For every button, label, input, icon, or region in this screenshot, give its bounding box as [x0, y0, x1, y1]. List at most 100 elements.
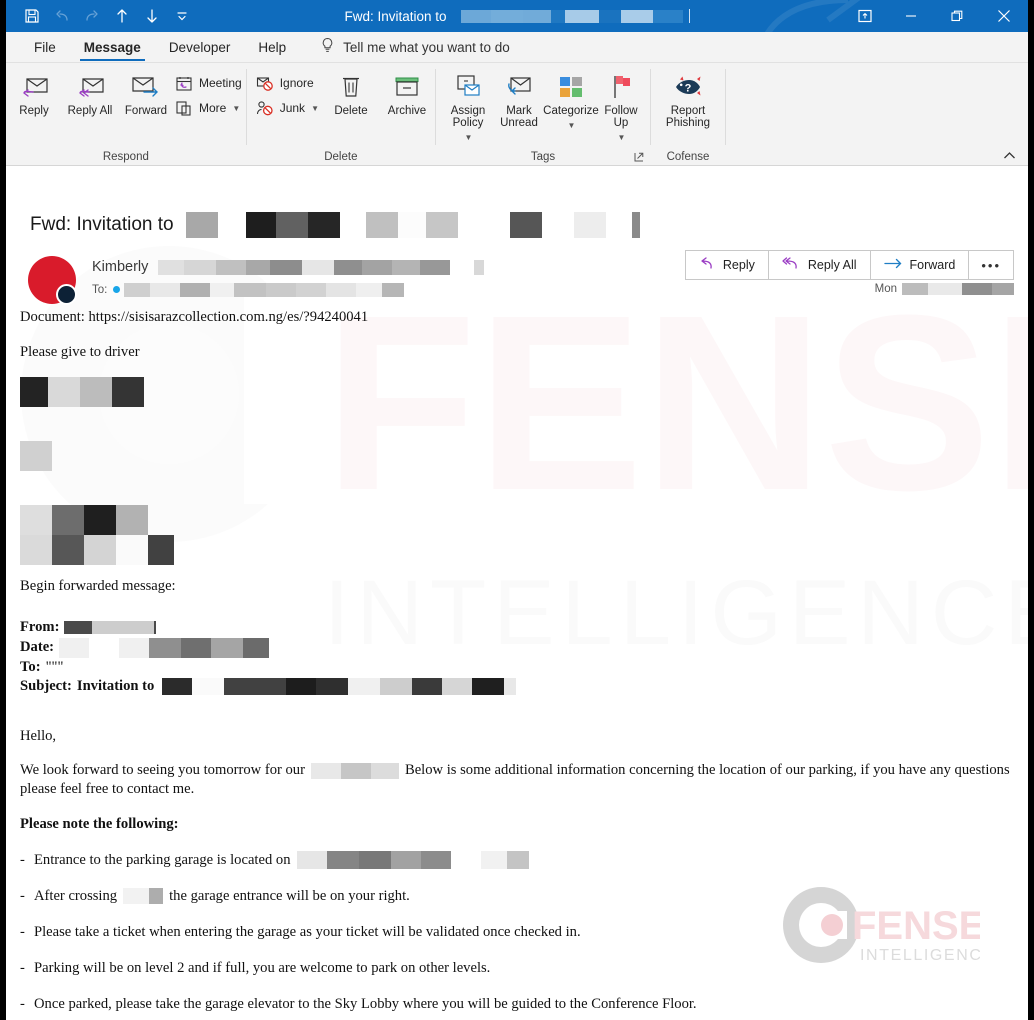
ribbon-meeting-button[interactable]: Meeting — [174, 74, 246, 92]
list-item: - Once parked, please take the garage el… — [20, 995, 1022, 1013]
ribbon-report-phishing-button[interactable]: ? Report Phishing — [657, 70, 719, 129]
ribbon-report-phishing-label: Report Phishing — [665, 105, 711, 129]
forwarded-date-label: Date: — [20, 638, 55, 655]
forwarded-subject-value: Invitation to — [76, 678, 155, 695]
ribbon-follow-up-button[interactable]: Follow Up ▼ — [598, 70, 644, 144]
chevron-down-icon: ▼ — [617, 133, 626, 142]
ribbon-group-tags: Assign Policy ▼ Mark Unread Categorize ▼ — [436, 63, 650, 165]
bullet-text: After crossing — [34, 887, 118, 904]
restore-icon[interactable] — [934, 0, 980, 32]
ribbon: Reply Reply All Forward Meeting More ▼ R… — [6, 63, 1028, 166]
bullet-dash: - — [20, 959, 25, 976]
ribbon-tab-strip[interactable]: File Message Developer Help Tell me what… — [6, 32, 1028, 63]
bullet-text: Once parked, please take the garage elev… — [34, 995, 697, 1012]
ribbon-ignore-label: Ignore — [279, 76, 314, 90]
bullet-text: Parking will be on level 2 and if full, … — [34, 959, 491, 976]
delete-small-buttons: Ignore Junk ▼ — [247, 70, 323, 117]
ribbon-categorize-label: Categorize — [543, 105, 599, 117]
redacted-block-row-1 — [20, 377, 144, 408]
ribbon-categorize-button[interactable]: Categorize ▼ — [543, 70, 599, 132]
window-title-redaction — [460, 9, 683, 23]
sender-extra-redaction — [474, 259, 485, 275]
ribbon-junk-button[interactable]: Junk ▼ — [255, 99, 323, 117]
ribbon-forward-button[interactable]: Forward — [118, 70, 174, 117]
chevron-down-icon: ▼ — [232, 103, 241, 113]
message-subject-text: Fwd: Invitation to — [30, 214, 174, 235]
collapse-ribbon-icon[interactable] — [1000, 147, 1018, 163]
ribbon-assign-policy-button[interactable]: Assign Policy ▼ — [442, 70, 494, 144]
tell-me-box[interactable]: Tell me what you want to do — [320, 37, 510, 57]
message-more-actions-button[interactable]: ••• — [968, 250, 1014, 280]
report-phishing-fish-icon: ? — [671, 72, 705, 102]
tags-dialog-launcher-icon[interactable] — [632, 149, 646, 165]
bullet-dash: - — [20, 995, 25, 1012]
bullet-dash: - — [20, 851, 25, 868]
forwarded-from-redaction — [64, 621, 157, 635]
ribbon-more-respond-label: More — [199, 101, 227, 115]
ribbon-group-tags-label: Tags — [530, 151, 556, 163]
tab-help[interactable]: Help — [244, 32, 300, 62]
reading-pane: FENSE INTELLIGENCE Fwd: Invitation to Ki… — [6, 166, 1028, 1020]
window-controls[interactable] — [842, 0, 1028, 32]
ribbon-ignore-button[interactable]: Ignore — [255, 74, 323, 92]
bullet-dash: - — [20, 887, 25, 904]
cofense-intelligence-logo: FENSE INTELLIGENCE — [783, 887, 980, 964]
forwarded-from-label: From: — [20, 619, 60, 636]
assign-policy-icon — [454, 72, 482, 102]
body-intro-paragraph: We look forward to seeing you tomorrow f… — [20, 761, 1022, 798]
ribbon-mark-unread-button[interactable]: Mark Unread — [494, 70, 544, 129]
close-icon[interactable] — [980, 0, 1028, 32]
recipients-redaction — [124, 282, 405, 297]
forwarded-date-redaction — [59, 637, 270, 658]
outlook-message-window: Fwd: Invitation to File Message Develope… — [6, 0, 1028, 1020]
message-reply-button[interactable]: Reply — [684, 250, 769, 280]
bullet-text: Please take a ticket when entering the g… — [34, 923, 581, 940]
ribbon-more-respond-button[interactable]: More ▼ — [174, 99, 246, 117]
ribbon-archive-button[interactable]: Archive — [379, 70, 435, 117]
sender-name-row: Kimberly — [92, 258, 485, 276]
bullet-1-redaction — [296, 851, 529, 870]
tell-me-label: Tell me what you want to do — [343, 39, 510, 55]
tab-file[interactable]: File — [20, 32, 70, 62]
restore-layout-icon[interactable] — [842, 0, 888, 32]
message-action-bar[interactable]: Reply Reply All Forward ••• — [684, 250, 1014, 280]
ribbon-follow-up-label: Follow Up — [604, 105, 638, 129]
message-sender-block: Kimberly To: — [28, 254, 485, 305]
forwarded-subject-redaction — [162, 678, 517, 696]
body-intro-part1: We look forward to seeing you tomorrow f… — [20, 762, 305, 779]
message-forward-button[interactable]: Forward — [869, 250, 970, 280]
body-begin-forwarded: Begin forwarded message: — [20, 578, 176, 595]
minimize-icon[interactable] — [888, 0, 934, 32]
window-title-text: Fwd: Invitation to — [344, 8, 447, 24]
sender-address-redaction — [158, 259, 451, 275]
reply-icon — [699, 257, 716, 273]
body-driver-line: Please give to driver — [20, 343, 140, 360]
reply-icon — [18, 72, 50, 102]
tab-developer[interactable]: Developer — [155, 32, 245, 62]
avatar-presence-badge — [56, 284, 77, 305]
message-forward-label: Forward — [909, 258, 956, 272]
message-reply-all-button[interactable]: Reply All — [767, 250, 871, 280]
sender-name[interactable]: Kimberly — [92, 259, 148, 275]
mark-unread-icon — [504, 72, 534, 102]
ribbon-delete-button[interactable]: Delete — [323, 70, 379, 117]
svg-text:?: ? — [685, 83, 692, 95]
ribbon-junk-label: Junk — [279, 101, 306, 115]
body-greeting: Hello, — [20, 727, 57, 744]
ribbon-group-respond: Reply Reply All Forward Meeting More ▼ R… — [6, 63, 246, 165]
message-date-redaction — [902, 283, 1014, 295]
forward-icon — [883, 257, 903, 273]
ribbon-reply-all-button[interactable]: Reply All — [62, 70, 118, 117]
avatar[interactable] — [28, 256, 77, 305]
redacted-block-row-3 — [20, 505, 148, 536]
junk-icon — [255, 99, 275, 117]
body-document-line[interactable]: Document: https://sisisarazcollection.co… — [20, 308, 1022, 327]
ribbon-reply-button[interactable]: Reply — [6, 70, 62, 117]
tab-message[interactable]: Message — [70, 32, 155, 62]
ribbon-forward-label: Forward — [124, 105, 168, 117]
forwarded-to-value: """ — [45, 658, 64, 675]
reply-all-icon — [74, 72, 106, 102]
ribbon-assign-policy-label: Assign Policy — [450, 105, 486, 129]
ribbon-meeting-label: Meeting — [199, 76, 242, 90]
